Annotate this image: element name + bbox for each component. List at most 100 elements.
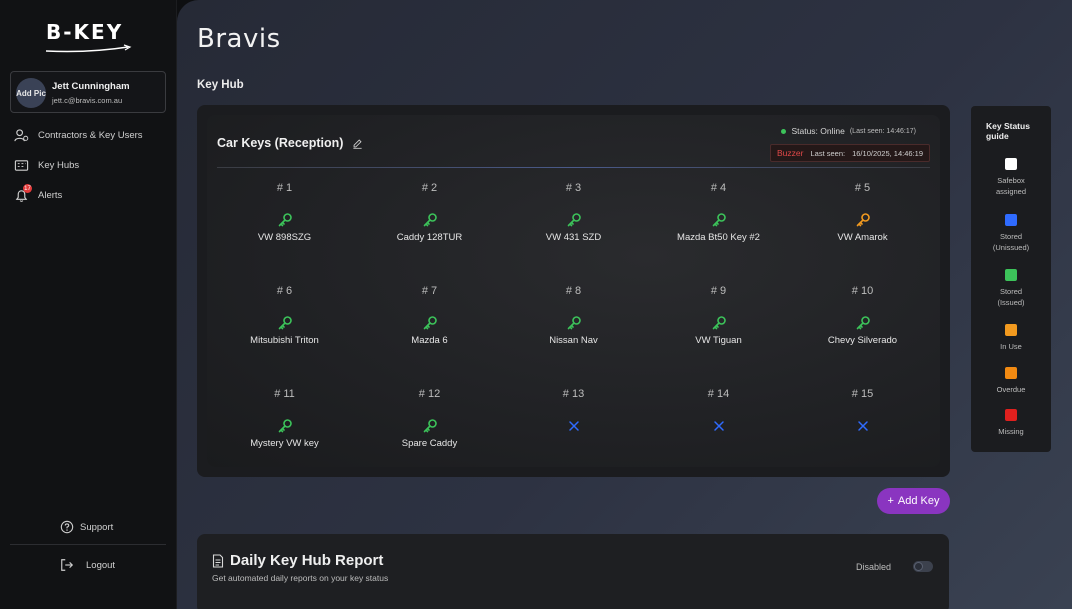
slot-number: # 5 (854, 182, 871, 194)
key-slot[interactable]: # 2 Caddy 128TUR (357, 182, 502, 244)
key-slot[interactable]: # 14 (646, 388, 791, 450)
legend-label-line-1: Missing (998, 427, 1024, 436)
slot-label: VW Amarok (837, 232, 888, 243)
status-last-seen: (Last seen: 14:46:17) (849, 127, 916, 135)
report-toggle[interactable] (913, 561, 933, 572)
legend-label: In Use (971, 341, 1051, 352)
buzzer-label: Buzzer (777, 148, 804, 158)
edit-pencil-icon[interactable] (352, 138, 363, 149)
key-slot[interactable]: # 13 (501, 388, 646, 450)
legend-swatch (1005, 214, 1017, 226)
logo-text: B-KEY (46, 20, 124, 44)
key-slot[interactable]: # 7 Mazda 6 (357, 285, 502, 347)
slot-label (646, 438, 791, 450)
slot-label: Caddy 128TUR (396, 232, 463, 243)
slot-label: Mazda 6 (411, 335, 448, 346)
key-slot[interactable]: # 3 VW 431 SZD (501, 182, 646, 244)
key-icon (357, 313, 502, 333)
report-subtitle: Get automated daily reports on your key … (212, 573, 389, 583)
slot-label: Nissan Nav (549, 335, 598, 346)
buzzer-last-seen: 16/10/2025, 14:46:19 (852, 148, 923, 158)
legend-label: Missing (971, 426, 1051, 437)
page-title: Bravis (197, 24, 281, 54)
legend-label-line-1: In Use (1000, 342, 1022, 351)
report-title-text: Daily Key Hub Report (230, 552, 384, 569)
key-icon (646, 210, 791, 230)
legend-item: Safebox assigned (971, 158, 1051, 197)
buzzer-last-seen-label: Last seen: (810, 148, 846, 158)
key-hub-card: Car Keys (Reception) Status: Online (Las… (197, 105, 950, 477)
empty-slot-x-icon (790, 416, 935, 436)
slot-number: # 6 (276, 285, 293, 297)
legend-title: Key Status guide (986, 121, 1030, 141)
report-status: Disabled (855, 562, 891, 572)
hub-name: Car Keys (Reception) (217, 136, 363, 150)
hub-status: Status: Online (Last seen: 14:46:17) (781, 126, 916, 136)
slot-label (501, 438, 646, 450)
user-profile-card[interactable]: Add Pic Jett Cunningham jett.c@bravis.co… (10, 71, 166, 113)
slot-number: # 15 (851, 388, 874, 400)
legend-label: Stored (Issued) (971, 286, 1051, 308)
key-slot[interactable]: # 9 VW Tiguan (646, 285, 791, 347)
slot-number: # 14 (707, 388, 730, 400)
slot-number: # 4 (710, 182, 727, 194)
legend-label-line-2: (Issued) (997, 298, 1025, 307)
legend-label: Safebox assigned (971, 175, 1051, 197)
buzzer-status-box: Buzzer Last seen: 16/10/2025, 14:46:19 (770, 144, 930, 162)
key-slot[interactable]: # 12 Spare Caddy (357, 388, 502, 450)
key-slot[interactable]: # 11 Mystery VW key (212, 388, 357, 450)
status-online-dot (781, 128, 787, 134)
hub-name-text: Car Keys (Reception) (217, 136, 344, 150)
avatar[interactable]: Add Pic (16, 78, 46, 108)
sidebar-item-alerts[interactable]: 17 Alerts (14, 184, 62, 204)
slot-label: Mitsubishi Triton (250, 335, 319, 346)
slot-label: Spare Caddy (401, 438, 458, 449)
legend-item: Overdue (971, 367, 1051, 395)
sidebar-item-contractors[interactable]: Contractors & Key Users (14, 126, 143, 144)
legend-label: Overdue (971, 384, 1051, 395)
hub-divider (217, 167, 930, 168)
legend-label: Stored (Unissued) (971, 231, 1051, 253)
slot-number: # 8 (565, 285, 582, 297)
sidebar: B-KEY Add Pic Jett Cunningham jett.c@bra… (0, 0, 177, 609)
support-link[interactable]: Support (60, 520, 113, 534)
sidebar-item-label: Contractors & Key Users (38, 129, 143, 141)
slot-label: VW Tiguan (695, 335, 742, 346)
legend-label-line-2: (Unissued) (992, 243, 1030, 252)
add-key-label: Add Key (897, 495, 940, 507)
key-slot[interactable]: # 15 (790, 388, 935, 450)
daily-report-card: Daily Key Hub Report Get automated daily… (197, 534, 949, 609)
toggle-knob (914, 562, 923, 571)
logout-button[interactable]: Logout (60, 558, 115, 572)
key-icon (790, 313, 935, 333)
key-status-legend: Key Status guide Safebox assigned Stored (U… (971, 106, 1051, 452)
key-slot[interactable]: # 10 Chevy Silverado (790, 285, 935, 347)
main-content: Bravis Key Hub Car Keys (Reception) Stat… (177, 0, 1072, 609)
logout-label: Logout (86, 559, 116, 571)
slot-number: # 3 (565, 182, 582, 194)
legend-swatch (1005, 158, 1017, 170)
key-hub-panel: Car Keys (Reception) Status: Online (Las… (207, 115, 940, 467)
slot-label: Mystery VW key (250, 438, 319, 449)
slot-number: # 10 (851, 285, 874, 297)
section-title: Key Hub (197, 79, 244, 91)
user-name: Jett Cunningham (52, 81, 130, 92)
slot-label: VW 898SZG (257, 232, 312, 243)
sidebar-item-key-hubs[interactable]: Key Hubs (14, 156, 79, 174)
key-slot[interactable]: # 8 Nissan Nav (501, 285, 646, 347)
key-icon (212, 210, 357, 230)
add-key-button[interactable]: + Add Key (877, 488, 950, 514)
logout-icon (61, 559, 74, 571)
key-slot[interactable]: # 6 Mitsubishi Triton (212, 285, 357, 347)
slot-label: Mazda Bt50 Key #2 (677, 232, 760, 243)
brand-logo[interactable]: B-KEY (44, 20, 134, 56)
legend-swatch (1005, 269, 1017, 281)
key-slot[interactable]: # 4 Mazda Bt50 Key #2 (646, 182, 791, 244)
legend-swatch (1005, 409, 1017, 421)
key-slot[interactable]: # 5 VW Amarok (790, 182, 935, 244)
slot-number: # 7 (421, 285, 438, 297)
alerts-count-badge: 17 (23, 184, 32, 193)
help-icon (60, 520, 74, 534)
plus-icon: + (887, 495, 894, 507)
key-slot[interactable]: # 1 VW 898SZG (212, 182, 357, 244)
